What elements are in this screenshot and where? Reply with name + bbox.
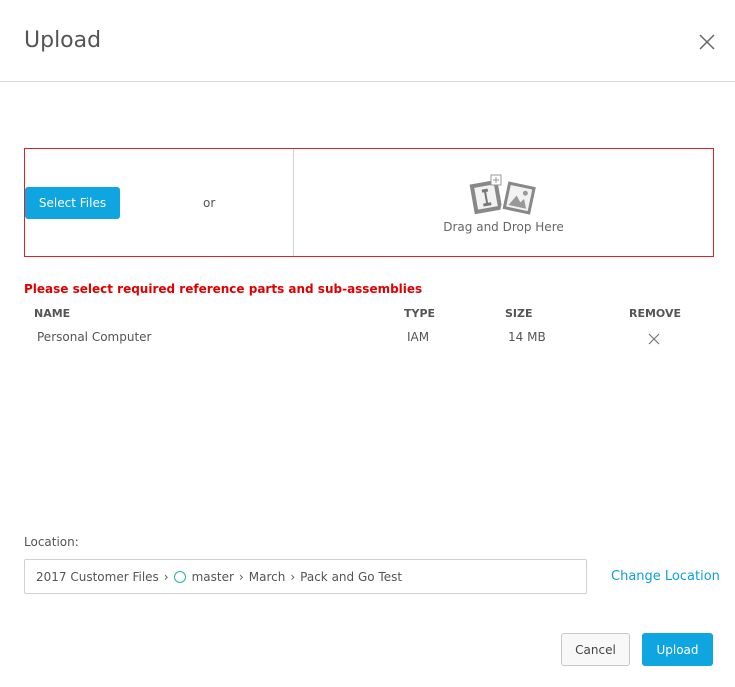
select-files-button[interactable]: Select Files (25, 187, 120, 219)
chevron-right-icon: › (290, 570, 296, 584)
chevron-right-icon: › (163, 570, 169, 584)
breadcrumb-item: March (248, 570, 286, 584)
location-label: Location: (24, 535, 79, 549)
location-field: 2017 Customer Files › master › March › P… (24, 559, 587, 594)
or-text: or (203, 196, 216, 210)
breadcrumb-item: Pack and Go Test (300, 570, 403, 584)
dialog-title: Upload (24, 28, 102, 53)
remove-x-icon[interactable] (648, 330, 660, 345)
breadcrumb-item: 2017 Customer Files (36, 570, 159, 584)
drag-drop-files-icon (464, 171, 544, 221)
branch-circle-icon (173, 571, 186, 583)
column-header-type: TYPE (404, 307, 436, 320)
location-breadcrumb: 2017 Customer Files › master › March › P… (36, 570, 402, 584)
dialog-header: Upload (0, 0, 735, 82)
required-references-warning: Please select required reference parts a… (24, 282, 423, 296)
close-icon[interactable] (697, 32, 717, 52)
file-name: Personal Computer (37, 330, 152, 344)
change-location-link[interactable]: Change Location (611, 569, 720, 584)
column-header-size: SIZE (505, 307, 533, 320)
chevron-right-icon: › (238, 570, 244, 584)
column-header-name: NAME (34, 307, 71, 320)
upload-button[interactable]: Upload (642, 633, 713, 666)
file-dropzone[interactable]: Select Files or Drag and Drop Here (24, 148, 714, 257)
drag-drop-text: Drag and Drop Here (443, 220, 564, 234)
breadcrumb-item: master (191, 570, 234, 584)
file-size: 14 MB (508, 330, 546, 344)
select-files-panel: Select Files or (25, 149, 294, 256)
column-header-remove: REMOVE (629, 307, 682, 320)
file-type: IAM (407, 330, 430, 344)
cancel-button[interactable]: Cancel (561, 633, 630, 666)
drag-drop-area[interactable]: Drag and Drop Here (294, 149, 713, 256)
